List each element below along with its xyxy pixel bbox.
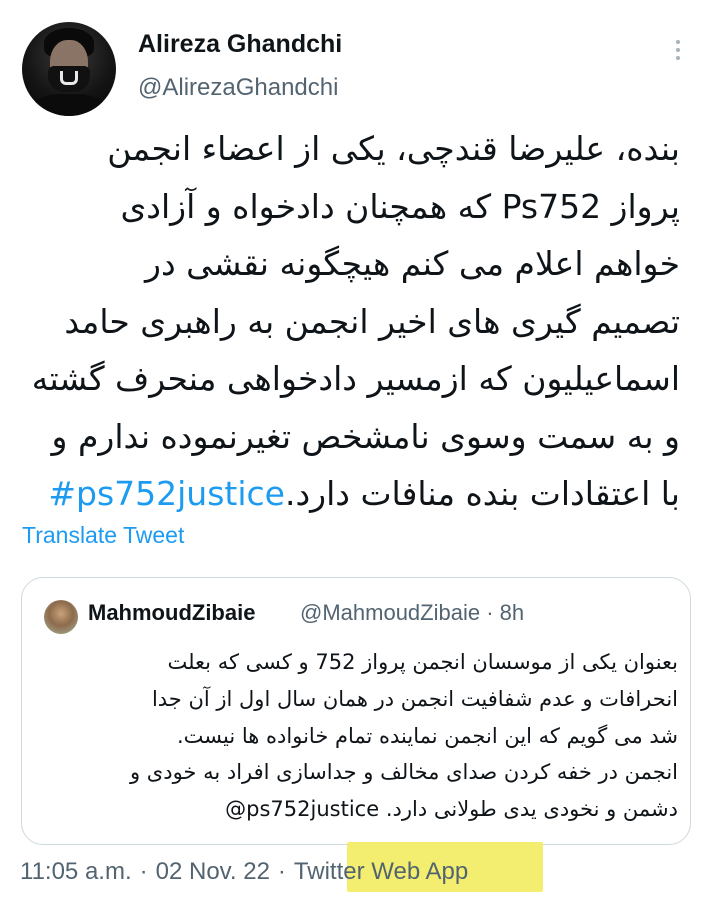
tweet-text-line: تصمیم گیری های اخیر انجمن به راهبری حامد [64,301,680,341]
tweet-timestamp-row: 11:05 a.m. · 02 Nov. 22 · Twitter Web Ap… [20,851,468,893]
author-display-name[interactable]: Alireza Ghandchi [138,30,342,59]
author-avatar[interactable] [22,22,116,116]
tweet-text-line: بنده، علیرضا قندچی، یکی از اعضاء انجمن [107,129,680,168]
tweet-date[interactable]: 02 Nov. 22 [156,858,270,886]
quoted-text-last-line: دشمن و نخودی یدی طولانی دارد. @ps752just… [40,791,678,828]
meta-separator: · [486,600,494,625]
quoted-text-line: انحرافات و عدم شفافیت انجمن در همان سال … [151,686,678,711]
more-vertical-icon [676,40,680,60]
hashtag-link[interactable]: #ps752justice [48,474,285,513]
quoted-text-line: بعنوان یکی از موسسان انجمن پرواز 752 و ک… [167,650,678,674]
quoted-text-line: انجمن در خفه کردن صدای مخالف و جداسازی ا… [129,760,678,785]
quoted-author-handle[interactable]: @MahmoudZibaie [300,600,480,625]
tweet-text-line: و به سمت وسوی نامشخص تغیرنموده ندارم و [51,416,680,456]
tweet-text-line: خواهم اعلام می کنم هیچگونه نقشی در [145,244,680,283]
quoted-author-avatar[interactable] [44,600,78,634]
quoted-text-last-segment: دشمن و نخودی یدی طولانی دارد. [385,797,678,822]
avatar-body-shape [30,94,108,116]
quoted-tweet-time[interactable]: 8h [500,600,524,625]
tweet-text-line: پرواز Ps752 که همچنان دادخواه و آزادی [120,186,680,226]
tweet-text-line: اسماعیلیون که ازمسیر دادخواهی منحرف گشته [31,359,680,398]
translate-tweet-link[interactable]: Translate Tweet [22,522,184,549]
tweet-text-last-segment: با اعتقادات بنده منافات دارد. [284,474,680,513]
quoted-tweet-card[interactable]: MahmoudZibaie @MahmoudZibaie · 8h بعنوان… [21,577,691,845]
tweet-time[interactable]: 11:05 a.m. [20,858,132,886]
timestamp-separator: · [277,858,286,885]
source-app-label[interactable]: Twitter Web App [294,858,468,886]
quoted-author-display-name[interactable]: MahmoudZibaie [88,600,255,626]
author-handle[interactable]: @AlirezaGhandchi [138,74,338,102]
timestamp-separator: · [139,858,148,885]
tweet-text: بنده، علیرضا قندچی، یکی از اعضاء انجمن پ… [18,120,680,523]
tweet: Alireza Ghandchi @AlirezaGhandchi بنده، … [0,0,709,899]
quoted-text-line: شد می گویم که این انجمن نماینده تمام خان… [177,723,678,748]
more-options-button[interactable] [660,32,696,68]
avatar-mask-logo [60,71,78,85]
mention-link[interactable]: @ps752justice [225,797,379,821]
quoted-tweet-text: بعنوان یکی از موسسان انجمن پرواز 752 و ک… [40,644,678,828]
quoted-author-meta: @MahmoudZibaie · 8h [300,600,524,626]
tweet-text-last-line: با اعتقادات بنده منافات دارد.#ps752justi… [18,465,680,523]
